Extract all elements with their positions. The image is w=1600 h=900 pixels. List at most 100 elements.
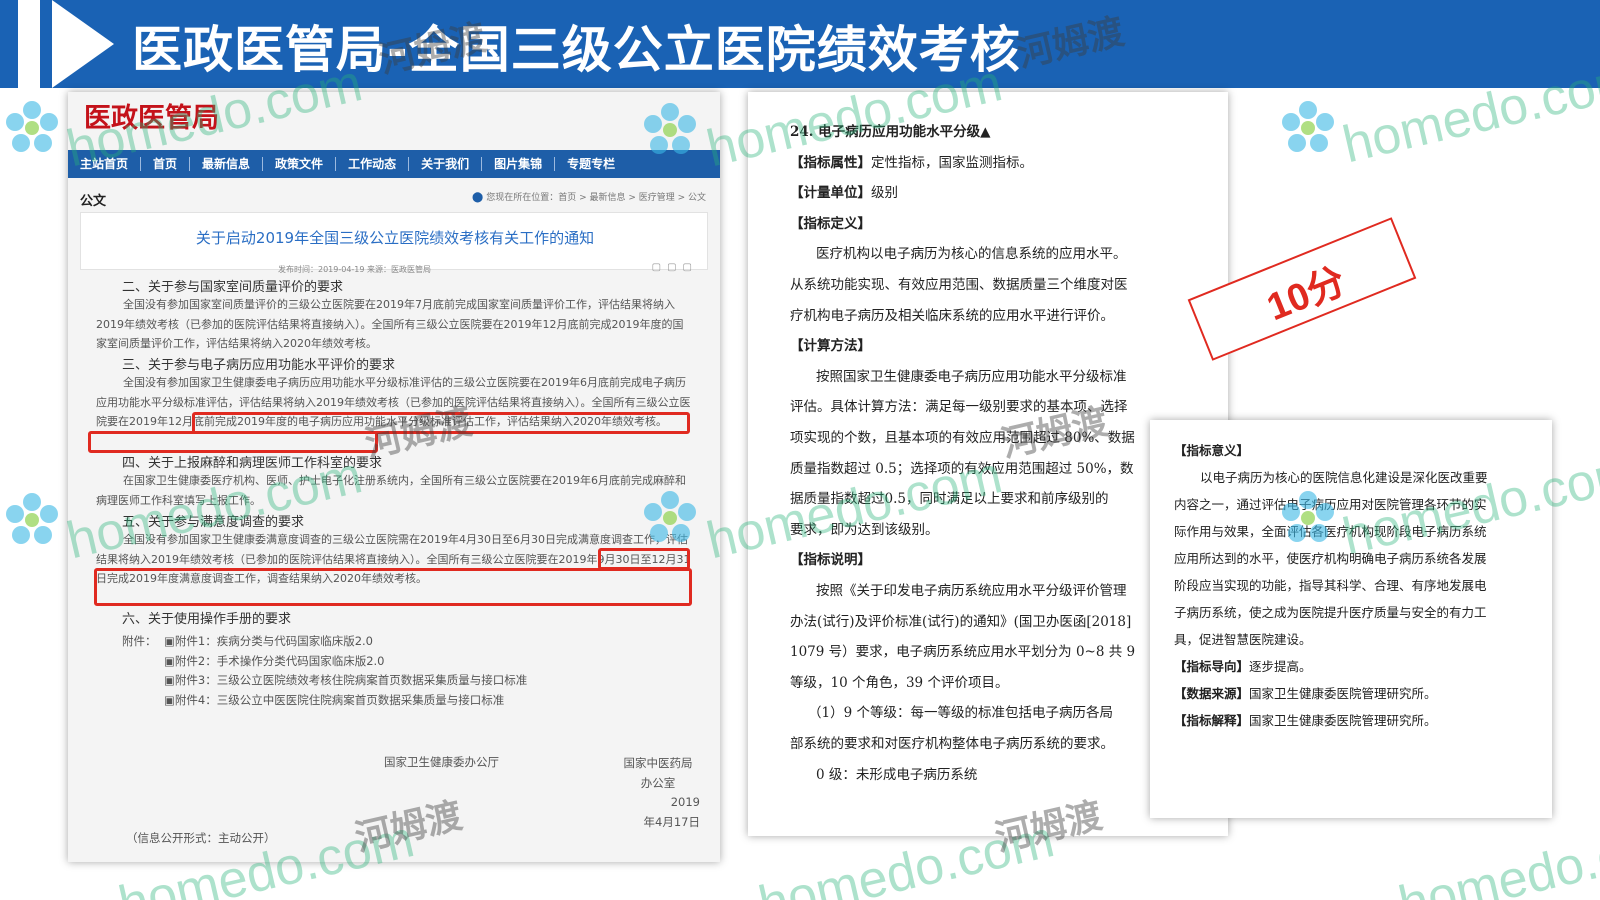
line-text: 以电子病历为核心的医院信息化建设是深化医改重要 xyxy=(1200,470,1488,485)
line-text: 按照国家卫生健康委电子病历应用功能水平分级标准 xyxy=(816,368,1127,385)
share-tools: ▢▢▢ xyxy=(652,262,698,273)
document-line: 【数据来源】国家卫生健康委医院管理研究所。 xyxy=(1174,683,1544,702)
document-line: 部系统的要求和对医疗机构整体电子病历系统的要求。 xyxy=(790,732,1210,752)
line-text: 从系统功能实现、有效应用范围、数据质量三个维度对医 xyxy=(790,277,1128,293)
line-text: 按照《关于印发电子病历系统应用水平分级评价管理 xyxy=(816,583,1127,599)
watermark-flower-icon xyxy=(1282,101,1334,152)
line-text: 际作用与效果，全面评估各医疗机构现阶段电子病历系统 xyxy=(1174,524,1487,539)
highlight-box-ehr-b xyxy=(88,431,378,453)
page-title: 医政医管局-全国三级公立医院绩效考核 xyxy=(132,21,1021,79)
section-text-2: 全国没有参加国家室间质量评价的三级公立医院要在2019年7月底前完成国家室间质量… xyxy=(96,298,684,350)
document-line: 评估。具体计算方法：满足每一级别要求的基本项、选择 xyxy=(790,395,1210,415)
attachment-item[interactable]: ▣附件3：三级公立医院绩效考核住院病案首页数据采集质量与接口标准 xyxy=(122,671,527,691)
document-line: 项实现的个数，且基本项的有效应用范围超过 80%、数据 xyxy=(790,426,1210,446)
nav-item-gallery[interactable]: 图片集锦 xyxy=(482,157,556,171)
indicator-label: 【指标定义】 xyxy=(790,215,871,232)
attachment-file-icon: ▣ xyxy=(164,634,175,648)
attachment-file-icon: ▣ xyxy=(164,653,175,668)
document-line: 质量指数超过 0.5；选择项的有效应用范围超过 50%，数 xyxy=(790,457,1210,477)
line-text: 24. 电子病历应用功能水平分级▲ xyxy=(790,124,991,140)
nav-item-special[interactable]: 专题专栏 xyxy=(555,157,627,171)
section-label: 公文 xyxy=(80,194,107,209)
line-text: 级别 xyxy=(871,185,898,202)
attachment-item[interactable]: 附件： ▣附件1：疾病分类与代码国家临床版2.0 xyxy=(122,632,527,652)
nav-item-latest[interactable]: 最新信息 xyxy=(190,157,264,171)
line-text: 质量指数超过 0.5；选择项的有效应用范围超过 50%，数 xyxy=(790,460,1134,477)
print-icon[interactable]: ▢ xyxy=(652,262,667,273)
indicator-label: 【数据来源】 xyxy=(1174,686,1250,701)
line-text: 评估。具体计算方法：满足每一级别要求的基本项、选择 xyxy=(790,399,1128,416)
line-text: 据质量指数超过0.5，同时满足以上要求和前序级别的 xyxy=(790,491,1109,508)
document-line: 【指标定义】 xyxy=(790,212,1210,232)
attachment-item[interactable]: ▣附件4：三级公立中医医院住院病案首页数据采集质量与接口标准 xyxy=(122,691,527,711)
indicator-label: 【指标导向】 xyxy=(1174,659,1250,674)
section-heading-2: 二、关于参与国家室间质量评价的要求 xyxy=(122,280,344,295)
line-text: 要求，即为达到该级别。 xyxy=(790,521,939,538)
share-icon[interactable]: ▢ xyxy=(683,262,698,273)
document-line: 内容之一，通过评估电子病历应用对医院管理各环节的实 xyxy=(1174,494,1544,513)
section-text-3: 全国没有参加国家卫生健康委电子病历应用功能水平分级标准评估的三级公立医院要在20… xyxy=(96,376,691,428)
section-heading-3: 三、关于参与电子病历应用功能水平评价的要求 xyxy=(122,358,396,373)
notice-title: 关于启动2019年全国三级公立医院绩效考核有关工作的通知 xyxy=(195,229,595,247)
section-text-5: 全国没有参加国家卫生健康委满意度调查的三级公立医院需在2019年4月30日至6月… xyxy=(96,533,691,585)
nav-item-work[interactable]: 工作动态 xyxy=(336,157,410,171)
line-text: 内容之一，通过评估电子病历应用对医院管理各环节的实 xyxy=(1174,497,1487,512)
document-line: 【指标解释】国家卫生健康委医院管理研究所。 xyxy=(1174,710,1544,729)
indicator-label: 【计算方法】 xyxy=(790,338,871,355)
attachment-file-icon: ▣ xyxy=(164,692,175,707)
line-text: 1079 号）要求，电子病历系统应用水平划分为 0~8 共 9 xyxy=(790,644,1136,661)
document-line: 【计量单位】级别 xyxy=(790,181,1210,201)
document-line: 医疗机构以电子病历为核心的信息系统的应用水平。 xyxy=(816,242,1228,262)
document-line: 【指标意义】 xyxy=(1174,440,1544,459)
line-text: 应用所达到的水平，使医疗机构明确电子病历系统各发展 xyxy=(1174,551,1487,566)
document-line: 【指标导向】逐步提高。 xyxy=(1174,656,1544,675)
header-arrow-icon xyxy=(52,0,114,88)
watermark-flower-icon xyxy=(6,101,58,152)
indicator-label: 【计量单位】 xyxy=(790,185,871,202)
indicator-label: 【指标说明】 xyxy=(790,552,871,569)
nav-item-home-main[interactable]: 主站首页 xyxy=(68,157,142,171)
line-text: 医疗机构以电子病历为核心的信息系统的应用水平。 xyxy=(816,246,1127,263)
document-line: 疗机构电子病历及相关临床系统的应用水平进行评价。 xyxy=(790,304,1210,324)
attachment-item[interactable]: ▣附件2：手术操作分类代码国家临床版2.0 xyxy=(122,652,527,672)
document-line: 要求，即为达到该级别。 xyxy=(790,518,1210,538)
nav-item-about[interactable]: 关于我们 xyxy=(409,157,483,171)
attachments-list: 附件： ▣附件1：疾病分类与代码国家临床版2.0 ▣附件2：手术操作分类代码国家临… xyxy=(122,632,527,710)
section-heading-4: 四、关于上报麻醉和病理医师工作科室的要求 xyxy=(122,456,383,471)
right-document-page: 【指标意义】以电子病历为核心的医院信息化建设是深化医改重要内容之一，通过评估电子… xyxy=(1150,420,1552,818)
document-line: 阶段应当实现的功能，指导其科学、合理、有序地发展电 xyxy=(1174,575,1544,594)
document-line: 具，促进智慧医院建设。 xyxy=(1174,629,1544,648)
notice-title-box: 关于启动2019年全国三级公立医院绩效考核有关工作的通知 xyxy=(80,212,708,270)
document-line: 24. 电子病历应用功能水平分级▲ xyxy=(790,120,1210,140)
line-text: 逐步提高。 xyxy=(1249,659,1312,674)
line-text: 定性指标，国家监测指标。 xyxy=(871,154,1033,171)
site-navbar: 主站首页 首页 最新信息 政策文件 工作动态 关于我们 图片集锦 专题专栏 xyxy=(68,150,720,178)
document-line: 据质量指数超过0.5，同时满足以上要求和前序级别的 xyxy=(790,487,1210,507)
line-text: 项实现的个数，且基本项的有效应用范围超过 80%、数据 xyxy=(790,430,1135,446)
header-band: 医政医管局-全国三级公立医院绩效考核 xyxy=(0,0,1600,88)
document-line: 【指标说明】 xyxy=(790,548,1210,568)
document-line: 子病历系统，使之成为医院提升医疗质量与安全的有力工 xyxy=(1174,602,1544,621)
document-line: 从系统功能实现、有效应用范围、数据质量三个维度对医 xyxy=(790,273,1210,293)
signature-left: 国家卫生健康委办公厅 xyxy=(384,755,499,769)
document-line: 按照国家卫生健康委电子病历应用功能水平分级标准 xyxy=(816,365,1228,385)
site-name: 医政医管局 xyxy=(84,103,219,134)
line-text: 部系统的要求和对医疗机构整体电子病历系统的要求。 xyxy=(790,736,1114,752)
line-text: 具，促进智慧医院建设。 xyxy=(1174,632,1312,647)
section-heading-5: 五、关于参与满意度调查的要求 xyxy=(122,515,305,530)
line-text: 办法(试行)及评价标准(试行)的通知》(国卫办医函[2018] xyxy=(790,613,1132,630)
nav-item-home[interactable]: 首页 xyxy=(141,157,191,171)
document-line: 际作用与效果，全面评估各医疗机构现阶段电子病历系统 xyxy=(1174,521,1544,540)
nav-item-policy[interactable]: 政策文件 xyxy=(263,157,337,171)
line-text: 阶段应当实现的功能，指导其科学、合理、有序地发展电 xyxy=(1174,578,1487,593)
left-document-screenshot: 医政医管局 主站首页 首页 最新信息 政策文件 工作动态 关于我们 图片集锦 专… xyxy=(68,92,720,862)
font-size-icon[interactable]: ▢ xyxy=(667,262,682,273)
breadcrumb-text: 您现在所在位置：首页 > 最新信息 > 医疗管理 > 公文 xyxy=(486,193,706,203)
breadcrumb: ⬤ 您现在所在位置：首页 > 最新信息 > 医疗管理 > 公文 xyxy=(472,190,706,203)
line-text: 等级，10 个角色，39 个评价项目。 xyxy=(790,674,1009,691)
header-bar-decoration xyxy=(18,0,40,88)
attachment-file-icon: ▣ xyxy=(164,673,175,687)
notice-meta: 发布时间：2019-04-19 来源：医政医管局 xyxy=(278,265,432,274)
section-text-4: 在国家卫生健康委医疗机构、医师、护士电子化注册系统内，全国所有三级公立医院要在2… xyxy=(96,474,686,507)
line-text: 国家卫生健康委医院管理研究所。 xyxy=(1249,713,1437,728)
